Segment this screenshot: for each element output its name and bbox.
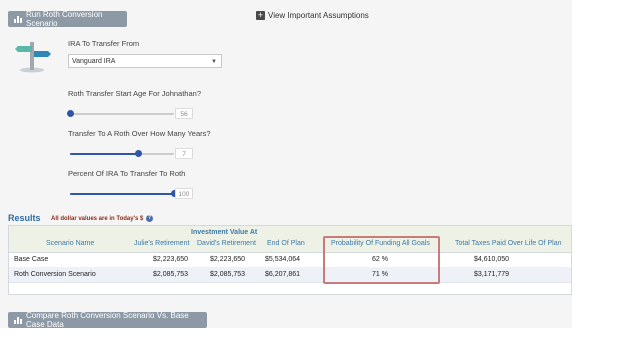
cell-taxes: $3,171,779 bbox=[474, 271, 510, 278]
dollar-note-text: All dollar values are in Today's $ bbox=[51, 216, 144, 223]
years-input[interactable]: 7 bbox=[175, 148, 193, 159]
ira-select[interactable]: Vanguard IRA ▼ bbox=[68, 54, 222, 68]
cell-david: $2,223,650 bbox=[210, 256, 246, 263]
cell-end-of-plan: $6,207,861 bbox=[265, 271, 301, 278]
table-row: Roth Conversion Scenario $2,085,753 $2,0… bbox=[9, 267, 571, 283]
bar-chart-icon bbox=[14, 316, 22, 324]
percent-label: Percent Of IRA To Transfer To Roth bbox=[68, 169, 186, 178]
table-header: Investment Value At Scenario Name Julie'… bbox=[9, 226, 571, 253]
results-table: Investment Value At Scenario Name Julie'… bbox=[8, 225, 572, 295]
col-scenario-name: Scenario Name bbox=[46, 240, 95, 247]
table-row: Base Case $2,223,650 $2,223,650 $5,534,0… bbox=[9, 252, 571, 268]
percent-fill bbox=[70, 193, 174, 195]
probability-highlight bbox=[323, 236, 440, 284]
years-fill bbox=[70, 153, 138, 155]
bar-chart-icon bbox=[14, 15, 22, 23]
years-slider[interactable] bbox=[70, 150, 174, 157]
col-total-taxes: Total Taxes Paid Over Life Of Plan bbox=[455, 240, 562, 247]
cell-end-of-plan: $5,534,064 bbox=[265, 256, 301, 263]
start-age-input[interactable]: 56 bbox=[175, 108, 193, 119]
percent-slider[interactable] bbox=[70, 190, 178, 197]
years-handle[interactable] bbox=[134, 150, 142, 157]
col-david-retirement: David's Retirement bbox=[197, 240, 256, 247]
run-scenario-button[interactable]: Run Roth Conversion Scenario bbox=[8, 10, 127, 28]
start-age-label: Roth Transfer Start Age For Johnathan? bbox=[68, 89, 201, 98]
info-icon[interactable]: ? bbox=[146, 215, 154, 222]
cell-taxes: $4,610,050 bbox=[474, 256, 510, 263]
results-title: Results bbox=[8, 213, 41, 223]
percent-input[interactable]: 100 bbox=[175, 188, 193, 199]
dollar-note: All dollar values are in Today's $ ? bbox=[51, 215, 154, 223]
view-assumptions-link[interactable]: + View Important Assumptions bbox=[256, 11, 369, 20]
view-assumptions-label: View Important Assumptions bbox=[268, 11, 369, 20]
plus-icon: + bbox=[256, 10, 265, 20]
run-scenario-label: Run Roth Conversion Scenario bbox=[26, 10, 103, 28]
start-age-handle[interactable] bbox=[67, 110, 74, 117]
cell-julie: $2,085,753 bbox=[153, 271, 189, 278]
cell-scenario-name: Roth Conversion Scenario bbox=[14, 271, 96, 278]
cell-david: $2,085,753 bbox=[210, 271, 246, 278]
col-julie-retirement: Julie's Retirement bbox=[134, 240, 190, 247]
compare-button[interactable]: Compare Roth Conversion Scenario Vs. Bas… bbox=[8, 311, 207, 329]
signpost-icon bbox=[15, 42, 51, 73]
ira-label: IRA To Transfer From bbox=[68, 39, 140, 48]
compare-label: Compare Roth Conversion Scenario Vs. Bas… bbox=[26, 311, 189, 329]
group-header: Investment Value At bbox=[191, 229, 258, 236]
ira-select-value: Vanguard IRA bbox=[72, 58, 116, 65]
col-end-of-plan: End Of Plan bbox=[267, 240, 305, 247]
caret-down-icon: ▼ bbox=[211, 59, 217, 65]
cell-julie: $2,223,650 bbox=[153, 256, 189, 263]
years-label: Transfer To A Roth Over How Many Years? bbox=[68, 129, 211, 138]
cell-scenario-name: Base Case bbox=[14, 256, 49, 263]
start-age-slider[interactable] bbox=[67, 110, 174, 117]
